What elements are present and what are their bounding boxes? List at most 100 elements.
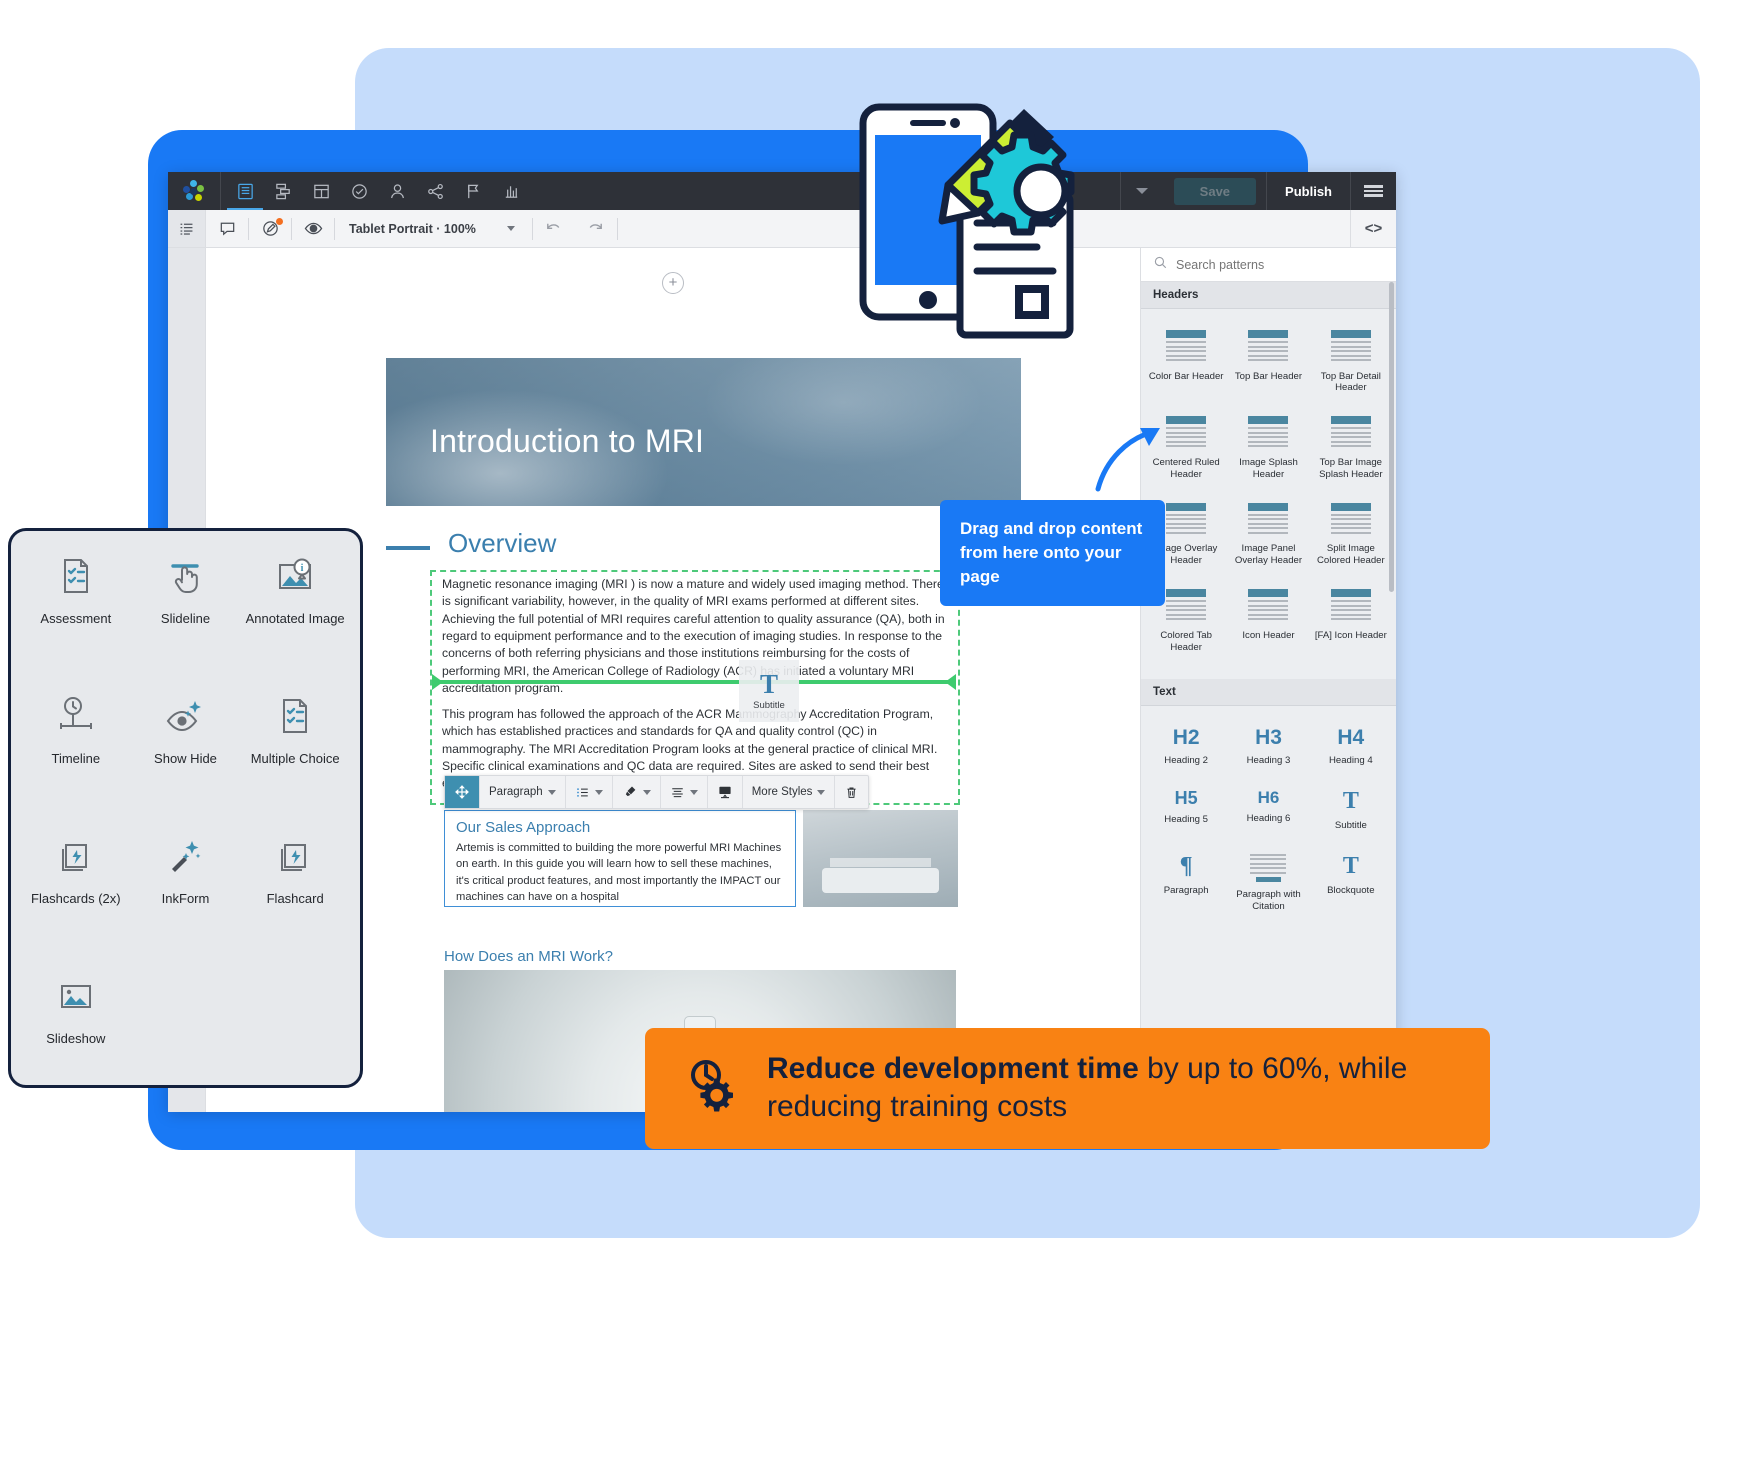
hero-banner[interactable]: Introduction to MRI bbox=[386, 358, 1021, 506]
paragraph-icon: ¶ bbox=[1179, 852, 1193, 879]
hamburger-icon[interactable] bbox=[1350, 172, 1396, 210]
pattern-label: Split Image Colored Header bbox=[1316, 543, 1385, 567]
pattern-search-row[interactable] bbox=[1141, 248, 1396, 282]
more-styles-button[interactable]: More Styles bbox=[741, 776, 835, 808]
toolbar-icon-group bbox=[220, 172, 529, 210]
pattern-heading-4[interactable]: H4 Heading 4 bbox=[1310, 716, 1392, 778]
pattern-thumb-icon bbox=[1248, 502, 1289, 537]
user-icon[interactable] bbox=[379, 172, 415, 210]
widget-flashcards-2x[interactable]: Flashcards (2x) bbox=[21, 833, 131, 973]
slideshow-icon bbox=[53, 973, 99, 1019]
search-input[interactable] bbox=[1176, 257, 1384, 272]
pattern-split-image-colored-header[interactable]: Split Image Colored Header bbox=[1310, 492, 1392, 578]
paragraph-style-select[interactable]: Paragraph bbox=[479, 776, 565, 808]
check-circle-icon[interactable] bbox=[341, 172, 377, 210]
widget-slideshow[interactable]: Slideshow bbox=[21, 973, 131, 1113]
timeline-icon bbox=[53, 693, 99, 739]
pattern-thumb-icon bbox=[1166, 502, 1207, 537]
comment-icon[interactable] bbox=[206, 210, 248, 247]
list-icon[interactable] bbox=[168, 210, 206, 247]
pattern-heading-5[interactable]: H5 Heading 5 bbox=[1145, 778, 1227, 843]
banner-text: Reduce development time by up to 60%, wh… bbox=[767, 1050, 1456, 1127]
pattern-top-bar-detail-header[interactable]: Top Bar Detail Header bbox=[1310, 319, 1392, 405]
pattern-thumb-icon bbox=[1330, 330, 1371, 364]
device-dropdown-chevron-down-icon[interactable] bbox=[490, 210, 532, 247]
inkform-icon bbox=[162, 833, 208, 879]
pattern-heading-2[interactable]: H2 Heading 2 bbox=[1145, 716, 1227, 778]
chart-icon[interactable] bbox=[493, 172, 529, 210]
sales-approach-card[interactable]: Our Sales Approach Artemis is committed … bbox=[444, 810, 796, 907]
tooltip-arrow-icon bbox=[1095, 428, 1160, 492]
pattern-paragraph-with-citation[interactable]: Paragraph with Citation bbox=[1227, 843, 1309, 924]
page-icon[interactable] bbox=[227, 172, 263, 210]
widget-flashcard[interactable]: Flashcard bbox=[240, 833, 350, 973]
align-button[interactable] bbox=[659, 776, 707, 808]
panel-scrollbar[interactable] bbox=[1389, 282, 1394, 592]
marketing-banner: Reduce development time by up to 60%, wh… bbox=[645, 1028, 1490, 1149]
pattern-top-bar-image-splash-header[interactable]: Top Bar Image Splash Header bbox=[1310, 405, 1392, 491]
section-title[interactable]: Overview bbox=[448, 528, 556, 559]
slideline-icon bbox=[162, 553, 208, 599]
main-toolbar: Save Publish bbox=[168, 172, 1396, 210]
widget-inkform[interactable]: InkForm bbox=[131, 833, 241, 973]
flashcard-icon bbox=[272, 833, 318, 879]
drag-ghost-label: Subtitle bbox=[753, 700, 785, 711]
pattern-label: Heading 6 bbox=[1246, 812, 1291, 824]
undo-icon[interactable] bbox=[533, 210, 575, 247]
pattern-label: Color Bar Header bbox=[1148, 370, 1224, 382]
pattern-heading-6[interactable]: H6 Heading 6 bbox=[1227, 778, 1309, 843]
structure-icon[interactable] bbox=[265, 172, 301, 210]
layout-icon[interactable] bbox=[303, 172, 339, 210]
page-root: Save Publish Tablet Portrait · 100% <> +… bbox=[0, 0, 1750, 1459]
how-mri-works-heading[interactable]: How Does an MRI Work? bbox=[444, 948, 613, 965]
save-button[interactable]: Save bbox=[1173, 177, 1257, 205]
heading-5-icon: H5 bbox=[1174, 787, 1198, 808]
widget-label: Flashcards (2x) bbox=[31, 891, 121, 906]
pattern-label: Paragraph bbox=[1163, 884, 1209, 896]
redo-icon[interactable] bbox=[575, 210, 617, 247]
svg-text:i: i bbox=[301, 563, 304, 574]
pattern-label: Image Splash Header bbox=[1239, 456, 1298, 480]
pattern-paragraph[interactable]: ¶ Paragraph bbox=[1145, 843, 1227, 924]
pattern-color-bar-header[interactable]: Color Bar Header bbox=[1145, 319, 1227, 405]
annotate-icon[interactable] bbox=[249, 210, 291, 247]
widget-assessment[interactable]: Assessment bbox=[21, 553, 131, 693]
pattern-list[interactable]: Headers Color Bar Header Top Bar Header bbox=[1141, 282, 1396, 1112]
eye-icon[interactable] bbox=[292, 210, 334, 247]
widget-annotated-image[interactable]: i Annotated Image bbox=[240, 553, 350, 693]
trash-icon[interactable] bbox=[834, 776, 868, 808]
widget-timeline[interactable]: Timeline bbox=[21, 693, 131, 833]
pattern-fa-icon-header[interactable]: [FA] Icon Header bbox=[1310, 578, 1392, 664]
show-hide-icon bbox=[162, 693, 208, 739]
code-view-button[interactable]: <> bbox=[1350, 210, 1396, 247]
banner-lead: Reduce development time bbox=[767, 1052, 1139, 1085]
widget-label: Multiple Choice bbox=[250, 751, 340, 766]
text-pattern-grid: H2 Heading 2 H3 Heading 3 H4 Heading 4 H… bbox=[1141, 706, 1396, 938]
app-logo[interactable] bbox=[168, 180, 220, 202]
widget-multiple-choice[interactable]: Multiple Choice bbox=[240, 693, 350, 833]
widget-slideline[interactable]: Slideline bbox=[131, 553, 241, 693]
pattern-image-panel-overlay-header[interactable]: Image Panel Overlay Header bbox=[1227, 492, 1309, 578]
pattern-icon-header[interactable]: Icon Header bbox=[1227, 578, 1309, 664]
flag-icon[interactable] bbox=[455, 172, 491, 210]
highlighter-button[interactable] bbox=[611, 776, 660, 808]
bullet-list-button[interactable] bbox=[564, 776, 612, 808]
pattern-image-splash-header[interactable]: Image Splash Header bbox=[1227, 405, 1309, 491]
widget-show-hide[interactable]: Show Hide bbox=[131, 693, 241, 833]
share-icon[interactable] bbox=[417, 172, 453, 210]
move-handle-icon[interactable] bbox=[445, 776, 479, 808]
device-preview-label[interactable]: Tablet Portrait · 100% bbox=[335, 222, 490, 236]
pattern-subtitle[interactable]: T Subtitle bbox=[1310, 778, 1392, 843]
pattern-label: Heading 5 bbox=[1164, 813, 1209, 825]
mri-room-image[interactable] bbox=[803, 810, 958, 907]
publish-button[interactable]: Publish bbox=[1266, 172, 1350, 210]
group-header-text: Text bbox=[1141, 678, 1396, 706]
annotated-image-icon: i bbox=[272, 553, 318, 599]
pattern-heading-3[interactable]: H3 Heading 3 bbox=[1227, 716, 1309, 778]
add-block-button[interactable]: + bbox=[662, 272, 684, 294]
pattern-blockquote[interactable]: T Blockquote bbox=[1310, 843, 1392, 924]
chevron-down-icon[interactable] bbox=[1119, 172, 1164, 210]
pattern-top-bar-header[interactable]: Top Bar Header bbox=[1227, 319, 1309, 405]
heading-6-icon: H6 bbox=[1257, 787, 1280, 807]
insert-media-button[interactable] bbox=[706, 776, 742, 808]
